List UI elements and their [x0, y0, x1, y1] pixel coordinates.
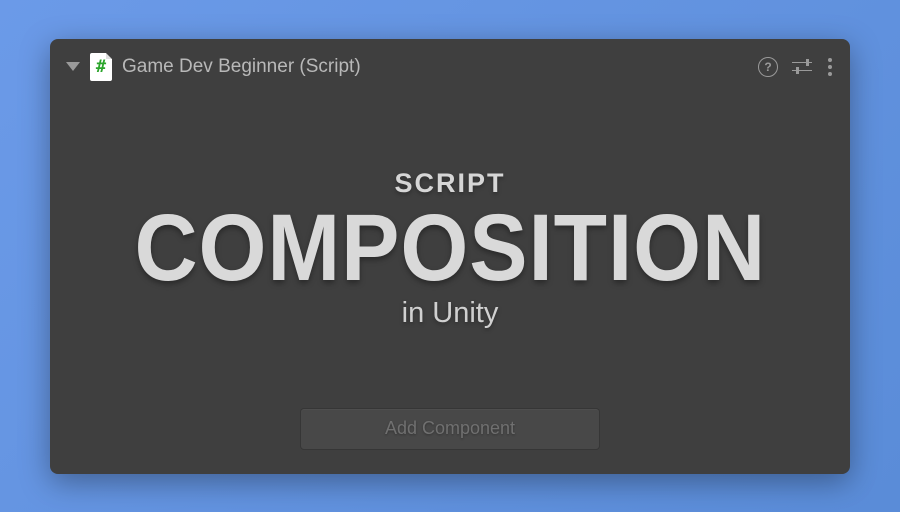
csharp-hash-icon: # — [96, 57, 106, 77]
title-main-text: COMPOSITION — [134, 203, 766, 293]
title-bottom-text: in Unity — [402, 297, 499, 330]
component-title: Game Dev Beginner (Script) — [122, 56, 748, 78]
help-icon[interactable]: ? — [758, 57, 778, 77]
add-component-button[interactable]: Add Component — [300, 408, 600, 450]
inspector-panel: # Game Dev Beginner (Script) ? SCRIPT CO… — [50, 39, 850, 474]
component-header: # Game Dev Beginner (Script) ? — [50, 39, 850, 95]
script-file-icon: # — [90, 53, 112, 81]
collapse-toggle-icon[interactable] — [66, 62, 80, 71]
settings-sliders-icon[interactable] — [792, 58, 812, 76]
context-menu-icon[interactable] — [826, 56, 834, 78]
header-actions: ? — [758, 56, 834, 78]
